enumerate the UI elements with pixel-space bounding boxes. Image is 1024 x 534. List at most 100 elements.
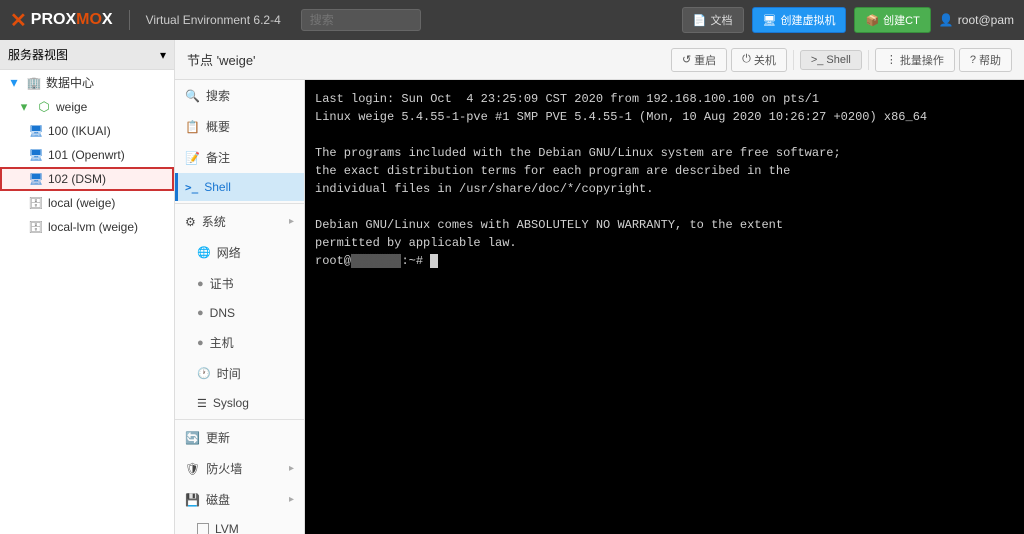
search-input[interactable] — [301, 9, 421, 31]
shutdown-icon: ⏻ — [742, 53, 751, 66]
node-header-title: 节点 'weige' — [187, 50, 256, 69]
vm-100-label: 100 (IKUAI) — [48, 124, 111, 138]
nav-notes-icon: 📝 — [185, 151, 200, 165]
docs-button[interactable]: 📄 文档 — [682, 7, 744, 33]
tree-item-node-weige[interactable]: ▾ ⬡ weige — [0, 95, 174, 119]
terminal-line-6: individual files in /usr/share/doc/*/cop… — [315, 180, 1014, 198]
node-action-buttons: ↺ 重启 ⏻ 关机 >_ Shell ⋮ 批量操作 ? — [671, 48, 1012, 72]
help-button[interactable]: ? 帮助 — [959, 48, 1012, 72]
tree-item-vm-101[interactable]: 🖥 101 (Openwrt) — [0, 143, 174, 167]
terminal-line-1: Last login: Sun Oct 4 23:25:09 CST 2020 … — [315, 90, 1014, 108]
bulk-ops-button[interactable]: ⋮ 批量操作 — [875, 48, 955, 72]
vm-102-icon: 🖥 — [28, 171, 44, 187]
topbar-actions: 📄 文档 🖥 创建虚拟机 📦 创建CT 👤 root@pam — [682, 7, 1014, 33]
datacenter-icon: ▾ — [6, 75, 22, 91]
logo-text: PROXMOX — [31, 11, 113, 29]
terminal-line-5: the exact distribution terms for each pr… — [315, 162, 1014, 180]
terminal-line-3 — [315, 126, 1014, 144]
nav-summary-icon: 📋 — [185, 120, 200, 134]
user-info: 👤 root@pam — [939, 13, 1014, 27]
nav-item-summary[interactable]: 📋 概要 — [175, 111, 304, 142]
nav-disk-icon: 💾 — [185, 493, 200, 507]
terminal-area[interactable]: Last login: Sun Oct 4 23:25:09 CST 2020 … — [305, 80, 1024, 534]
docs-icon: 📄 — [693, 14, 707, 27]
main-layout: 服务器视图 ▾ ▾ 🏢 数据中心 ▾ ⬡ weige 🖥 100 (IKUAI)… — [0, 40, 1024, 534]
bulk-ops-icon: ⋮ — [886, 53, 897, 66]
datacenter-label: 数据中心 — [46, 74, 94, 91]
nav-syslog-icon: ☰ — [197, 397, 207, 410]
nav-lvm-icon — [197, 523, 209, 534]
terminal-line-9: permitted by applicable law. — [315, 234, 1014, 252]
node-label: weige — [56, 100, 87, 114]
create-vm-button[interactable]: 🖥 创建虚拟机 — [752, 7, 847, 33]
right-panel: 节点 'weige' ↺ 重启 ⏻ 关机 >_ Shell ⋮ — [175, 40, 1024, 534]
nav-item-network[interactable]: 🌐 网络 — [175, 237, 304, 268]
shell-btn-icon: >_ — [811, 54, 824, 66]
action-divider — [793, 50, 794, 70]
nav-update-icon: 🔄 — [185, 431, 200, 445]
tree-item-vm-102[interactable]: 🖥 102 (DSM) — [0, 167, 174, 191]
terminal-line-4: The programs included with the Debian GN… — [315, 144, 1014, 162]
node-icon: ⬡ — [36, 99, 52, 115]
nav-item-search[interactable]: 🔍 搜索 — [175, 80, 304, 111]
topbar: ✕ PROXMOX Virtual Environment 6.2-4 📄 文档… — [0, 0, 1024, 40]
nav-item-lvm[interactable]: LVM — [175, 515, 304, 534]
nav-item-host[interactable]: ● 主机 — [175, 327, 304, 358]
create-ct-icon: 📦 — [865, 14, 879, 27]
vm-100-icon: 🖥 — [28, 123, 44, 139]
nav-item-notes[interactable]: 📝 备注 — [175, 142, 304, 173]
nav-system-icon: ⚙ — [185, 215, 196, 229]
storage-local-label: local (weige) — [48, 196, 115, 210]
nav-cert-icon: ● — [197, 278, 204, 290]
nav-item-syslog[interactable]: ☰ Syslog — [175, 389, 304, 417]
vm-101-label: 101 (Openwrt) — [48, 148, 125, 162]
sidebar-header: 服务器视图 ▾ — [0, 40, 174, 70]
vm-101-icon: 🖥 — [28, 147, 44, 163]
sidebar-collapse-icon[interactable]: ▾ — [160, 48, 166, 62]
terminal-line-prompt: root@░░░░░░░:~# — [315, 252, 1014, 270]
terminal-cursor — [430, 254, 438, 268]
tree-item-datacenter[interactable]: ▾ 🏢 数据中心 — [0, 70, 174, 95]
nav-item-system[interactable]: ⚙ 系统 ▸ — [175, 206, 304, 237]
tree-item-storage-lvm[interactable]: 🗄 local-lvm (weige) — [0, 215, 174, 239]
storage-lvm-icon: 🗄 — [28, 219, 44, 235]
shutdown-button[interactable]: ⏻ 关机 — [731, 48, 787, 72]
sidebar: 服务器视图 ▾ ▾ 🏢 数据中心 ▾ ⬡ weige 🖥 100 (IKUAI)… — [0, 40, 175, 534]
nav-item-shell[interactable]: >_ Shell — [175, 173, 304, 201]
dc-folder-icon: 🏢 — [26, 75, 42, 91]
logo-divider — [129, 10, 130, 30]
shell-button[interactable]: >_ Shell — [800, 50, 862, 70]
disk-expand-icon: ▸ — [289, 494, 294, 505]
nav-firewall-icon: 🛡 — [185, 462, 200, 476]
app-subtitle: Virtual Environment 6.2-4 — [146, 13, 281, 27]
create-ct-button[interactable]: 📦 创建CT — [854, 7, 930, 33]
restart-button[interactable]: ↺ 重启 — [671, 48, 727, 72]
system-expand-icon: ▸ — [289, 216, 294, 227]
nav-menu: 🔍 搜索 📋 概要 📝 备注 >_ Shell ⚙ — [175, 80, 305, 534]
vm-102-label: 102 (DSM) — [48, 172, 106, 186]
storage-local-icon: 🗄 — [28, 195, 44, 211]
content-area: 🔍 搜索 📋 概要 📝 备注 >_ Shell ⚙ — [175, 80, 1024, 534]
nav-divider-1 — [175, 203, 304, 204]
nav-time-icon: 🕐 — [197, 367, 211, 380]
tree-item-storage-local[interactable]: 🗄 local (weige) — [0, 191, 174, 215]
nav-item-firewall[interactable]: 🛡 防火墙 ▸ — [175, 453, 304, 484]
storage-lvm-label: local-lvm (weige) — [48, 220, 138, 234]
nav-divider-2 — [175, 419, 304, 420]
firewall-expand-icon: ▸ — [289, 463, 294, 474]
nav-item-update[interactable]: 🔄 更新 — [175, 422, 304, 453]
terminal-line-7 — [315, 198, 1014, 216]
nav-host-icon: ● — [197, 337, 204, 349]
nav-item-time[interactable]: 🕐 时间 — [175, 358, 304, 389]
nav-dns-icon: ● — [197, 307, 204, 319]
tree-item-vm-100[interactable]: 🖥 100 (IKUAI) — [0, 119, 174, 143]
create-vm-icon: 🖥 — [763, 14, 777, 27]
nav-search-icon: 🔍 — [185, 89, 200, 103]
nav-shell-icon: >_ — [185, 181, 198, 194]
terminal-line-8: Debian GNU/Linux comes with ABSOLUTELY N… — [315, 216, 1014, 234]
nav-item-dns[interactable]: ● DNS — [175, 299, 304, 327]
nav-item-cert[interactable]: ● 证书 — [175, 268, 304, 299]
nav-network-icon: 🌐 — [197, 246, 211, 259]
nav-item-disk[interactable]: 💾 磁盘 ▸ — [175, 484, 304, 515]
help-icon: ? — [970, 54, 976, 66]
